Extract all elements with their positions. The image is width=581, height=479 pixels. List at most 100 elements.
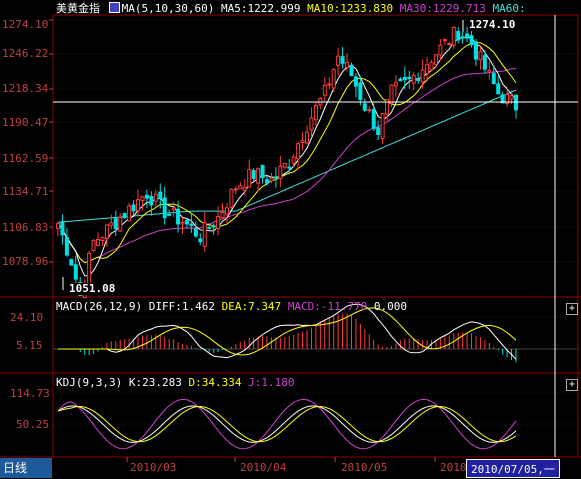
candle-body xyxy=(336,55,341,66)
crosshair xyxy=(53,15,578,457)
candle-body xyxy=(367,109,372,112)
candle-body xyxy=(242,186,247,191)
kdj-tick-1: 114.73 xyxy=(10,387,50,400)
candle-body xyxy=(473,41,478,60)
candle-body xyxy=(327,83,332,86)
candle-body xyxy=(380,112,385,140)
candle-body xyxy=(229,188,234,208)
candle-body xyxy=(309,117,314,131)
candle-body xyxy=(287,166,292,169)
candle-body xyxy=(345,62,350,68)
price-tick-1: 1274.10 xyxy=(2,18,49,31)
ma5-line xyxy=(57,36,517,277)
macd-dea: DEA:7.347 xyxy=(221,300,282,313)
candle-body xyxy=(509,95,514,100)
candle-body xyxy=(73,264,78,280)
candle-body xyxy=(64,237,69,256)
candle-body xyxy=(411,74,416,84)
candle-body xyxy=(478,51,483,61)
candle-body xyxy=(278,165,283,179)
period-daily-button[interactable]: 日线 xyxy=(0,458,52,478)
candle-body xyxy=(425,64,430,75)
candle-body xyxy=(402,76,407,81)
candle-body xyxy=(189,223,194,226)
candle-body xyxy=(91,240,96,251)
main-header: 美黄金指 MA(5,10,30,60) MA5:1222.999 MA10:12… xyxy=(56,2,526,15)
candle-body xyxy=(96,239,101,247)
kdj-tick-2: 50.25 xyxy=(16,418,50,431)
macd-diff: DIFF:1.462 xyxy=(148,300,215,313)
price-tick-5: 1162.59 xyxy=(2,152,49,165)
candle-body xyxy=(362,103,367,111)
candle-body xyxy=(144,194,149,199)
candle-body xyxy=(216,215,221,230)
candle-body xyxy=(109,222,114,226)
ma10-value: MA10:1233.830 xyxy=(307,2,394,15)
candle-body xyxy=(104,224,109,239)
candle-body xyxy=(118,216,123,232)
candle-body xyxy=(313,105,318,121)
kdj-expand-button[interactable]: + xyxy=(566,379,578,391)
candle-body xyxy=(153,193,158,202)
candle-body xyxy=(353,76,358,87)
candle-body xyxy=(433,54,438,65)
candle-body xyxy=(224,207,229,215)
candle-body xyxy=(398,78,403,82)
candle-body xyxy=(100,237,105,241)
candle-body xyxy=(358,82,363,100)
candle-body xyxy=(162,197,167,219)
candle-body xyxy=(469,35,474,46)
candle-body xyxy=(131,204,136,212)
ma-lines xyxy=(57,20,517,290)
ma10-line xyxy=(57,42,517,264)
candle-body xyxy=(371,109,376,130)
candle-body xyxy=(260,164,265,179)
kdj-k-line xyxy=(57,405,517,443)
candle-body xyxy=(416,79,421,82)
price-tick-8: 1078.96 xyxy=(2,255,49,268)
candle-body xyxy=(340,56,345,64)
macd-expand-button[interactable]: + xyxy=(566,303,578,315)
candle-body xyxy=(407,76,412,79)
candle-body xyxy=(429,62,434,71)
candle-body xyxy=(389,84,394,104)
cursor-date-label: 2010/07/05,一 xyxy=(466,459,560,478)
candle-body xyxy=(60,221,65,236)
high-price-label: 1274.10 xyxy=(469,18,516,31)
kdj-d: D:34.334 xyxy=(188,376,242,389)
candle-body xyxy=(460,36,465,39)
candle-body xyxy=(331,69,336,89)
candle-body xyxy=(69,259,74,266)
kdj-j: J:1.180 xyxy=(248,376,295,389)
price-tick-6: 1134.71 xyxy=(2,185,49,198)
macd-tick-1: 24.10 xyxy=(10,311,44,324)
candle-body xyxy=(393,82,398,87)
kdj-name: KDJ(9,3,3) xyxy=(56,376,123,389)
candle-body xyxy=(291,156,296,164)
symbol-name: 美黄金指 xyxy=(56,2,100,15)
candle-body xyxy=(211,225,216,228)
candle-body xyxy=(56,223,60,229)
candle-body xyxy=(180,221,185,225)
macd-extra: 0.000 xyxy=(373,300,408,313)
candle-body xyxy=(220,211,225,219)
ma60-line xyxy=(57,89,517,223)
price-tick-7: 1106.83 xyxy=(2,221,49,234)
kline-chart[interactable] xyxy=(0,0,581,479)
date-label-2: 2010/04 xyxy=(240,461,287,474)
candle-body xyxy=(300,140,305,144)
candle-body xyxy=(127,205,132,222)
candlesticks xyxy=(56,26,518,299)
main-frame xyxy=(52,14,579,458)
kdj-d-line xyxy=(57,405,517,443)
macd-tick-2: 5.15 xyxy=(16,339,43,352)
candle-body xyxy=(514,94,518,111)
candle-body xyxy=(282,162,287,168)
candle-body xyxy=(167,213,172,216)
candle-body xyxy=(491,72,496,85)
ma-label: MA(5,10,30,60) xyxy=(121,2,215,15)
candle-body xyxy=(238,185,243,190)
candle-body xyxy=(442,39,447,42)
date-label-1: 2010/03 xyxy=(130,461,177,474)
candle-body xyxy=(247,169,252,188)
